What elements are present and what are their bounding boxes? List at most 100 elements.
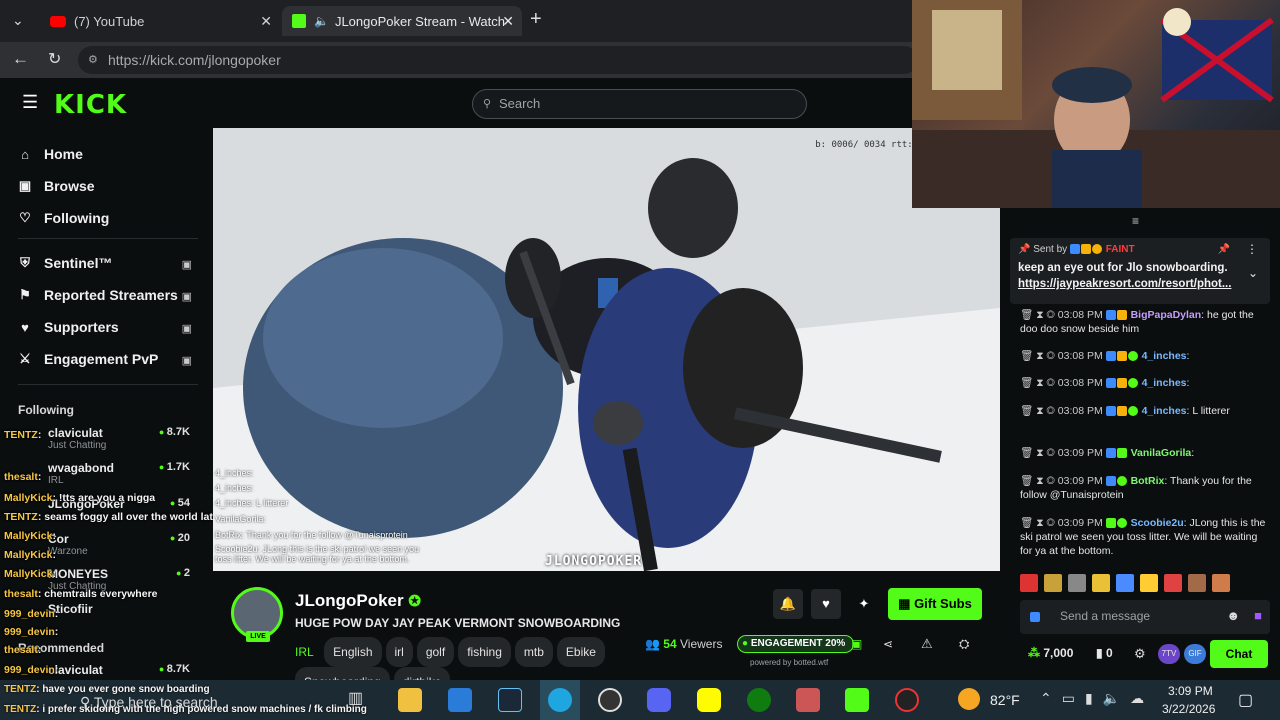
tray-icons[interactable]: ⌃▭▮🔈☁ xyxy=(1040,690,1154,707)
webcam-frame xyxy=(912,0,1280,208)
taskbar-search[interactable]: ⚲ Type here to search xyxy=(80,694,218,711)
notification-bell-button[interactable]: 🔔 xyxy=(773,589,803,619)
crown-icon xyxy=(1116,310,1127,321)
streamer-name[interactable]: JLongoPoker ✪ xyxy=(295,591,421,611)
moderation-icons[interactable]: 🗑 ⧗ ◎ xyxy=(1020,447,1058,459)
new-tab-icon[interactable]: + xyxy=(530,8,542,31)
sparkle-button[interactable]: ✦ xyxy=(849,589,879,619)
close-icon[interactable]: ✕ xyxy=(260,13,272,30)
tag[interactable]: golf xyxy=(416,637,455,667)
emote-icon[interactable] xyxy=(1092,574,1110,592)
tab-youtube[interactable]: (7) YouTube ✕ xyxy=(40,6,280,36)
sidebar-item-reported-streamers[interactable]: ⚑ Reported Streamers xyxy=(18,287,178,303)
bell-icon: 🔔 xyxy=(779,596,797,611)
notification-icon[interactable]: ▢ xyxy=(1238,690,1253,710)
steam-icon[interactable] xyxy=(498,688,522,712)
following-item[interactable]: Cor20Warzone xyxy=(48,532,198,557)
chat-drag-handle-icon[interactable]: ≡ xyxy=(1132,214,1139,228)
tab-title: (7) YouTube xyxy=(74,13,145,29)
gift-subs-button[interactable]: ▦ Gift Subs xyxy=(888,588,982,620)
emote-icon[interactable] xyxy=(1020,574,1038,592)
tag[interactable]: mtb xyxy=(514,637,553,667)
following-item[interactable]: Sticofiir xyxy=(48,602,198,616)
obs-icon[interactable] xyxy=(598,688,622,712)
sidebar-item-following[interactable]: ♡ Following xyxy=(18,210,109,226)
moderation-icons[interactable]: 🗑 ⧗ ◎ xyxy=(1020,517,1058,529)
file-explorer-icon[interactable] xyxy=(398,688,422,712)
recommended-item[interactable]: claviculat8.7K xyxy=(48,663,198,677)
tag[interactable]: English xyxy=(324,637,382,667)
tag[interactable]: irl xyxy=(385,637,413,667)
emote-icon[interactable] xyxy=(1188,574,1206,592)
clip-icon[interactable]: ▣ xyxy=(851,637,862,651)
following-item[interactable]: claviculat 8.7K Just Chatting xyxy=(48,426,198,451)
sidebar-item-engagement-pvp[interactable]: ⚔ Engagement PvP xyxy=(18,351,158,367)
weather-temp[interactable]: 82°F xyxy=(990,692,1020,708)
menu-icon[interactable]: ☰ xyxy=(22,92,38,113)
emote-icon[interactable] xyxy=(1164,574,1182,592)
store-icon[interactable] xyxy=(448,688,472,712)
xbox-icon[interactable] xyxy=(747,688,771,712)
chat-send-button[interactable]: Chat xyxy=(1210,640,1268,668)
emote-icon[interactable] xyxy=(1044,574,1062,592)
snapchat-icon[interactable] xyxy=(697,688,721,712)
mod-tools-icon[interactable]: ⛭ xyxy=(959,636,969,652)
7tv-icon[interactable]: 7TV xyxy=(1158,644,1180,664)
task-view-icon[interactable]: ▥ xyxy=(348,688,372,712)
tab-list-chevron-icon[interactable]: ⌄ xyxy=(12,12,24,29)
engagement-badge[interactable]: ● ENGAGEMENT 20% xyxy=(737,635,855,653)
back-icon[interactable]: ← xyxy=(12,49,29,69)
viewer-count: 2 xyxy=(176,567,190,579)
chevron-down-icon[interactable]: ⌄ xyxy=(1248,266,1258,280)
app-icon[interactable] xyxy=(845,688,869,712)
speaker-icon[interactable]: 🔈 xyxy=(314,14,329,28)
kick-logo[interactable]: KICK xyxy=(54,90,127,120)
following-item[interactable]: wvagabond 1.7K IRL xyxy=(48,461,198,486)
sidebar-item-sentinel[interactable]: ⛨ Sentinel™ xyxy=(18,255,112,271)
more-options-icon[interactable]: ⋮ xyxy=(1246,242,1258,256)
ticket-count[interactable]: ▮ 0 xyxy=(1096,646,1113,660)
sidebar-item-browse[interactable]: ▣ Browse xyxy=(18,178,95,194)
report-icon[interactable]: ⚠ xyxy=(921,636,933,652)
search-input[interactable]: ⚲ Search xyxy=(472,89,807,119)
follow-button[interactable]: ♥ xyxy=(811,589,841,619)
gif-icon[interactable]: GIF xyxy=(1184,644,1206,664)
gift-icon[interactable]: ■ xyxy=(1254,608,1262,623)
emote-icon[interactable] xyxy=(1068,574,1086,592)
moderation-icons[interactable]: 🗑 ⧗ ◎ xyxy=(1020,405,1058,417)
emote-icon[interactable] xyxy=(1212,574,1230,592)
weather-icon[interactable] xyxy=(958,688,980,710)
edge-icon[interactable] xyxy=(548,688,572,712)
share-icon[interactable]: ⋖ xyxy=(883,637,893,651)
swords-icon: ⚔ xyxy=(19,351,31,366)
close-icon[interactable]: ✕ xyxy=(502,13,514,30)
viewer-count: 👥 54 Viewers xyxy=(645,637,723,651)
app-icon[interactable] xyxy=(796,688,820,712)
category-link[interactable]: IRL xyxy=(295,645,314,659)
channel-points[interactable]: ⁂ 7,000 xyxy=(1028,646,1073,660)
emote-icon[interactable] xyxy=(1140,574,1158,592)
app-icon[interactable] xyxy=(895,688,919,712)
moderation-icons[interactable]: 🗑 ⧗ ◎ xyxy=(1020,475,1058,487)
sidebar-item-supporters[interactable]: ♥ Supporters xyxy=(18,319,119,335)
clock-time[interactable]: 3:09 PM xyxy=(1168,684,1213,698)
pinned-link[interactable]: https://jaypeakresort.com/resort/phot... xyxy=(1018,278,1231,290)
chat-input[interactable]: Send a message ☻ ■ xyxy=(1020,600,1270,634)
video-player[interactable]: b: 0006/ 0034 rtt: 50/ 52/ 60 bs: JLONGO… xyxy=(213,128,1000,571)
tag[interactable]: Ebike xyxy=(556,637,605,667)
moderation-icons[interactable]: 🗑 ⧗ ◎ xyxy=(1020,350,1058,362)
pin-icon[interactable]: 📌 xyxy=(1218,244,1230,255)
settings-icon[interactable]: ⚙ xyxy=(1134,646,1146,662)
sidebar-item-home[interactable]: ⌂ Home xyxy=(18,146,83,162)
emote-icon[interactable] xyxy=(1116,574,1134,592)
emoji-icon[interactable]: ☻ xyxy=(1226,608,1240,623)
discord-icon[interactable] xyxy=(647,688,671,712)
site-info-icon[interactable]: ⚙ xyxy=(88,46,98,74)
tab-kick-stream[interactable]: 🔈 JLongoPoker Stream - Watch ✕ xyxy=(282,6,522,36)
reload-icon[interactable]: ↻ xyxy=(48,49,61,69)
moderation-icons[interactable]: 🗑 ⧗ ◎ xyxy=(1020,377,1058,389)
url-field[interactable]: ⚙ https://kick.com/jlongopoker xyxy=(78,46,918,74)
clock-date[interactable]: 3/22/2026 xyxy=(1162,702,1215,716)
moderation-icons[interactable]: 🗑 ⧗ ◎ xyxy=(1020,309,1058,321)
tag[interactable]: fishing xyxy=(458,637,511,667)
